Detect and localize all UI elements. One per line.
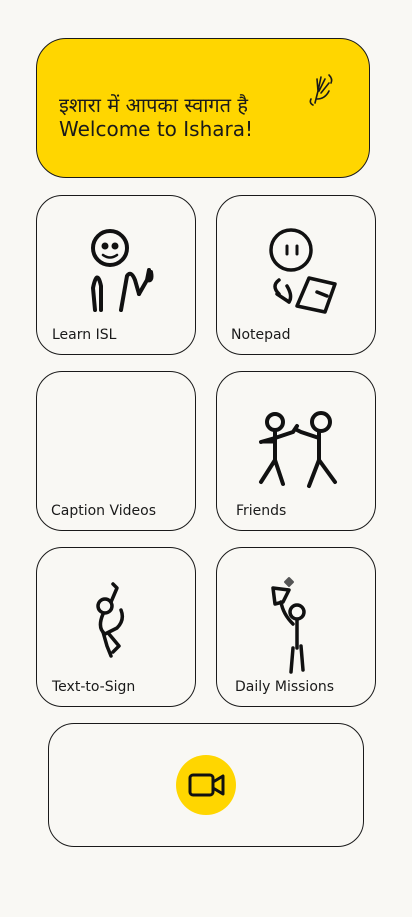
text-to-sign-label: Text-to-Sign (52, 679, 136, 695)
learn-isl-label: Learn ISL (52, 327, 117, 343)
video-call-button[interactable] (176, 755, 236, 815)
text-to-sign-card[interactable]: Text-to-Sign (36, 547, 196, 707)
welcome-english-text: Welcome to Ishara! (59, 117, 254, 141)
friends-label: Friends (236, 503, 287, 519)
caption-videos-label: Caption Videos (51, 503, 157, 519)
friends-card[interactable]: Friends (216, 371, 376, 531)
learn-isl-card[interactable]: Learn ISL (36, 195, 196, 355)
notepad-card[interactable]: Notepad (216, 195, 376, 355)
daily-missions-card[interactable]: Daily Missions (216, 547, 376, 707)
caption-videos-card[interactable]: Caption Videos (36, 371, 196, 531)
video-call-card (48, 723, 364, 847)
welcome-banner: इशारा में आपका स्वागत है Welcome to Isha… (36, 38, 370, 178)
notepad-label: Notepad (231, 327, 291, 343)
daily-missions-label: Daily Missions (235, 679, 335, 695)
waving-hand-icon (309, 74, 333, 106)
welcome-hindi-text: इशारा में आपका स्वागत है (59, 93, 249, 117)
video-camera-icon (188, 773, 225, 797)
